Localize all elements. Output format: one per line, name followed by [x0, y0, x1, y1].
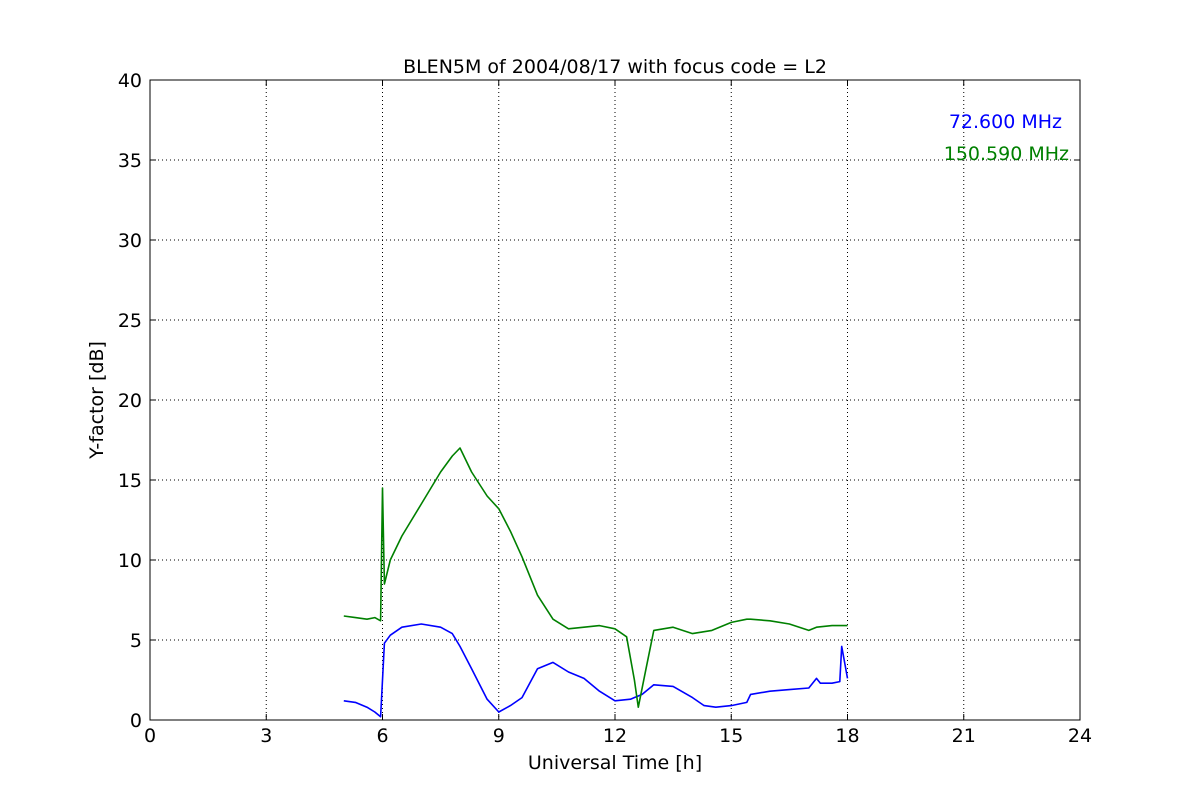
x-tick-label: 9	[493, 725, 505, 747]
x-tick-label: 18	[835, 725, 859, 747]
legend-entry-150-590: 150.590 MHz	[944, 143, 1069, 165]
y-tick-label: 15	[118, 470, 142, 492]
x-tick-label: 21	[952, 725, 976, 747]
y-tick-label: 20	[118, 390, 142, 412]
x-tick-label: 15	[719, 725, 743, 747]
y-tick-label: 10	[118, 550, 142, 572]
legend-entry-72-600: 72.600 MHz	[949, 111, 1062, 133]
y-tick-label: 5	[130, 630, 142, 652]
y-axis-label: Y-factor [dB]	[86, 341, 108, 460]
x-tick-label: 24	[1068, 725, 1092, 747]
chart-title: BLEN5M of 2004/08/17 with focus code = L…	[403, 56, 827, 78]
chart-figure: BLEN5M of 2004/08/17 with focus code = L…	[0, 0, 1200, 800]
x-tick-label: 0	[144, 725, 156, 747]
y-tick-label: 0	[130, 710, 142, 732]
x-tick-label: 6	[376, 725, 388, 747]
plot-area: 0 3 6 9 12 15 18 21 24 0 5 10 15 20 25 30 35 40	[118, 70, 1092, 747]
x-tick-label: 3	[260, 725, 272, 747]
y-tick-label: 40	[118, 70, 142, 92]
x-axis-label: Universal Time [h]	[528, 752, 702, 774]
y-tick-label: 30	[118, 230, 142, 252]
y-tick-label: 25	[118, 310, 142, 332]
y-tick-label: 35	[118, 150, 142, 172]
x-tick-label: 12	[603, 725, 627, 747]
